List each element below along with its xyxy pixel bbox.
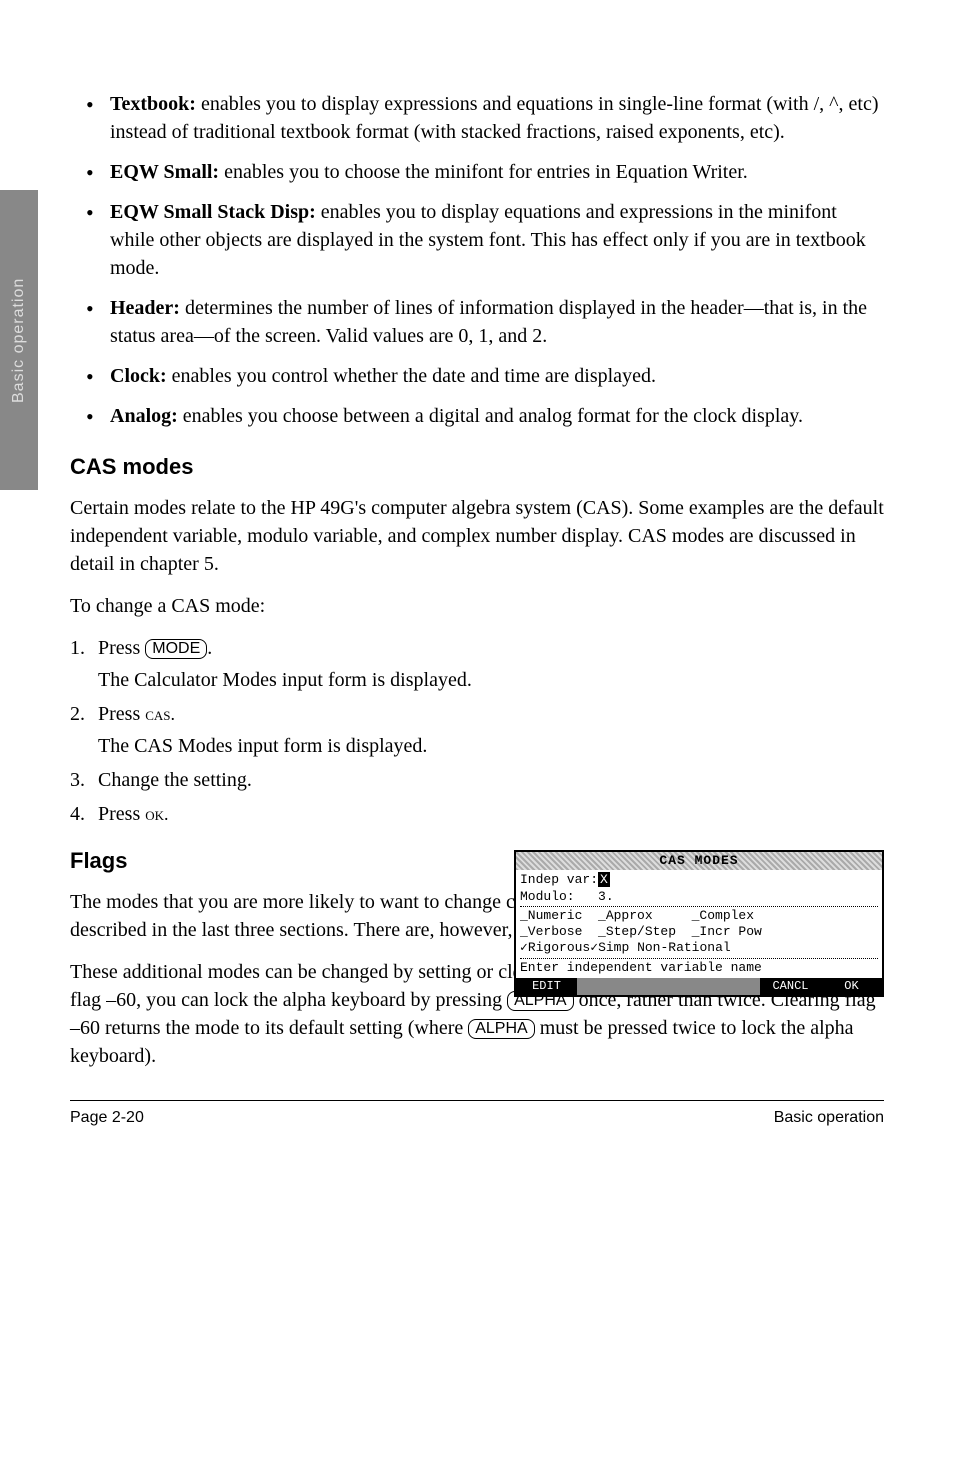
- softkey-empty: [638, 978, 699, 995]
- step-item: 3. Change the setting.: [98, 766, 884, 794]
- calc-prompt: Enter independent variable name: [520, 960, 878, 976]
- step-number: 3.: [70, 766, 85, 794]
- step-number: 2.: [70, 700, 85, 728]
- step-text: Press: [98, 703, 145, 725]
- step-text: .: [207, 637, 212, 659]
- bullet-term: Clock:: [110, 365, 167, 387]
- step-text: Press: [98, 803, 145, 825]
- separator: [520, 958, 878, 959]
- step-text: Press: [98, 637, 145, 659]
- key-mode: MODE: [145, 639, 207, 659]
- steps-list: 1. Press MODE. The Calculator Modes inpu…: [70, 634, 884, 828]
- bullet-item: Header: determines the number of lines o…: [110, 294, 884, 350]
- softkey-edit: EDIT: [516, 978, 577, 995]
- key-alpha: ALPHA: [468, 1019, 534, 1039]
- calc-softkeys: EDIT CANCL OK: [516, 978, 882, 995]
- bullet-term: EQW Small:: [110, 161, 219, 183]
- bullet-item: Clock: enables you control whether the d…: [110, 362, 884, 390]
- bullet-term: Textbook:: [110, 93, 196, 115]
- side-tab: Basic operation: [0, 190, 38, 490]
- bullet-text: enables you to choose the minifont for e…: [219, 161, 748, 183]
- bullet-text: enables you control whether the date and…: [167, 365, 656, 387]
- calc-title: CAS MODES: [516, 852, 882, 870]
- calc-row: Modulo: 3.: [520, 889, 878, 905]
- softkey-cancl: CANCL: [760, 978, 821, 995]
- step-text: Change the setting.: [98, 769, 252, 791]
- calculator-screenshot: CAS MODES Indep var:X Modulo: 3. _Numeri…: [514, 850, 884, 997]
- heading-cas-modes: CAS modes: [70, 454, 884, 480]
- step-sub: The Calculator Modes input form is displ…: [98, 666, 884, 694]
- calc-label: Indep var:: [520, 872, 598, 887]
- bullet-term: Header:: [110, 297, 180, 319]
- softkey-empty: [699, 978, 760, 995]
- bullet-text: determines the number of lines of inform…: [110, 297, 867, 347]
- calc-body: Indep var:X Modulo: 3. _Numeric _Approx …: [516, 870, 882, 978]
- bullet-term: EQW Small Stack Disp:: [110, 201, 316, 223]
- bullet-term: Analog:: [110, 405, 178, 427]
- softkey-label: cas.: [145, 704, 175, 724]
- softkey-empty: [577, 978, 638, 995]
- step-number: 4.: [70, 800, 85, 828]
- step-number: 1.: [70, 634, 85, 662]
- page-footer: Page 2-20 Basic operation: [70, 1100, 884, 1127]
- step-item: 2. Press cas. The CAS Modes input form i…: [98, 700, 528, 760]
- calc-value-highlighted: X: [598, 872, 610, 887]
- page-number: Page 2-20: [70, 1109, 144, 1127]
- step-item: 1. Press MODE. The Calculator Modes inpu…: [98, 634, 884, 694]
- calc-row: _Numeric _Approx _Complex: [520, 908, 878, 924]
- separator: [520, 906, 878, 907]
- calc-row: Indep var:X: [520, 872, 878, 888]
- step-item: 4. Press ok.: [98, 800, 884, 828]
- bullet-text: enables you choose between a digital and…: [178, 405, 803, 427]
- step-sub: The CAS Modes input form is displayed.: [98, 732, 528, 760]
- softkey-ok: OK: [821, 978, 882, 995]
- bullet-item: EQW Small Stack Disp: enables you to dis…: [110, 198, 884, 282]
- paragraph: Certain modes relate to the HP 49G's com…: [70, 494, 884, 578]
- bullet-list: Textbook: enables you to display express…: [70, 90, 884, 430]
- bullet-item: Analog: enables you choose between a dig…: [110, 402, 884, 430]
- chapter-name: Basic operation: [774, 1109, 884, 1127]
- calc-row: _Verbose _Step/Step _Incr Pow: [520, 924, 878, 940]
- bullet-item: Textbook: enables you to display express…: [110, 90, 884, 146]
- paragraph: To change a CAS mode:: [70, 592, 884, 620]
- calc-row: ✓Rigorous✓Simp Non-Rational: [520, 940, 878, 956]
- bullet-text: enables you to display expressions and e…: [110, 93, 879, 143]
- bullet-item: EQW Small: enables you to choose the min…: [110, 158, 884, 186]
- softkey-label: ok.: [145, 804, 168, 824]
